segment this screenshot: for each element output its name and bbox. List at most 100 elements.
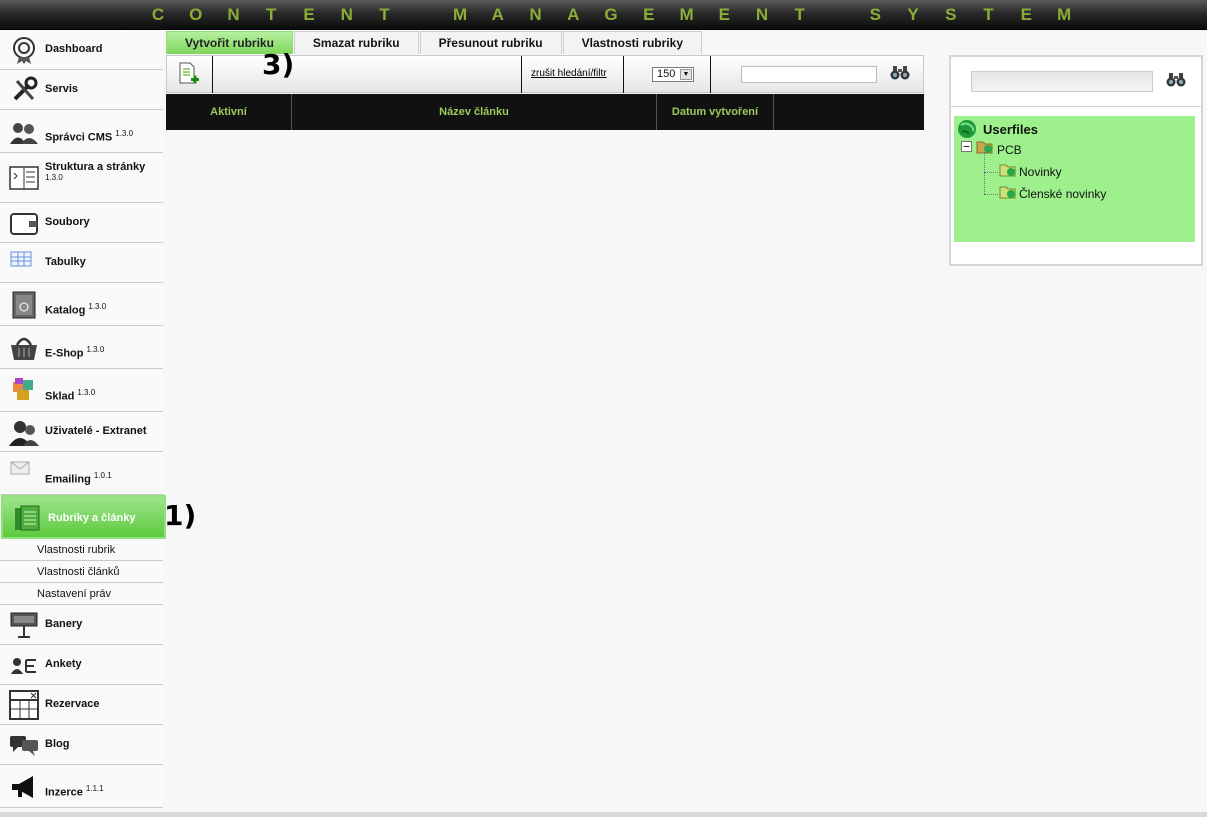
sidebar-item-label: Dashboard [45,43,103,55]
structure-icon [9,163,39,193]
title-letter: G [604,5,618,24]
sidebar-item-dashboard[interactable]: Dashboard [0,30,163,70]
sidebar-item-ankety[interactable]: Ankety [0,645,163,685]
collapse-toggle-icon[interactable] [961,141,972,152]
title-letter: E [643,5,655,24]
sidebar-item-rubriky-a-l-nky[interactable]: Rubriky a články [1,495,166,539]
sidebar-item-servis[interactable]: Servis [0,70,163,110]
sidebar-item-emailing[interactable]: Emailing 1.0.1 [0,452,163,495]
title-letter: M [1057,5,1072,24]
wallet-icon [9,208,39,238]
sidebar-item-rezervace[interactable]: Rezervace [0,685,163,725]
folder-icon [999,162,1017,178]
title-letter: T [794,5,805,24]
footer-bar [0,812,1207,817]
title-letter: T [983,5,994,24]
sidebar-item-label: Emailing 1.0.1 [45,471,112,486]
sidebar-item-label: Ankety [45,658,82,670]
tab-section-properties[interactable]: Vlastnosti rubriky [562,31,702,54]
sidebar-item-soubory[interactable]: Soubory [0,203,163,243]
globe-icon [957,119,977,139]
title-letter: N [227,5,240,24]
sidebar-item-sklad[interactable]: Sklad 1.3.0 [0,369,163,412]
binoculars-search-icon[interactable] [1166,72,1186,88]
banner-icon [9,610,39,640]
title-letter: E [1020,5,1032,24]
section-tree: Userfiles PCB Novinky Členské novinky [954,116,1195,242]
boxes-icon [9,376,39,406]
catalog-icon [9,290,39,320]
sidebar-item-label: Blog [45,738,70,750]
tree-search-input[interactable] [971,71,1153,92]
title-letter: O [189,5,203,24]
sidebar-item-banery[interactable]: Banery [0,605,163,645]
title-letter: T [266,5,277,24]
dashboard-icon [9,35,39,65]
sidebar-item-spr-vci-cms[interactable]: Správci CMS 1.3.0 [0,110,163,153]
sidebar-item-label: Struktura a stránky 1.3.0 [45,161,146,182]
sidebar-item-e-shop[interactable]: E-Shop 1.3.0 [0,326,163,369]
tree-node-novinky[interactable]: Novinky [1019,165,1062,179]
tree-node-clenske-novinky[interactable]: Členské novinky [1019,187,1106,201]
sidebar-item-tabulky[interactable]: Tabulky [0,243,163,283]
sidebar-item-label: Uživatelé - Extranet [45,425,147,437]
title-letter: M [679,5,694,24]
sidebar-item-label: Servis [45,83,79,95]
binoculars-search-icon[interactable] [890,65,910,81]
app-header: CONTENTMANAGEMENTSYSTEM [0,0,1207,30]
tree-node-pcb[interactable]: PCB [997,143,1022,157]
sidebar-item-label: Rezervace [45,698,100,710]
callout-1: 1) [164,499,197,532]
sidebar-item-label: Správci CMS 1.3.0 [45,129,134,144]
title-letter: A [567,5,580,24]
poll-icon [9,650,39,680]
title-letter: N [529,5,542,24]
sidebar-item-blog[interactable]: Blog [0,725,163,765]
column-article-name[interactable]: Název článku [292,94,657,130]
sidebar-subitem[interactable]: Vlastnosti článků [0,561,163,583]
basket-icon [9,333,39,363]
title-letter: E [718,5,730,24]
sidebar-item-label: E-Shop 1.3.0 [45,345,105,360]
tools-icon [9,75,39,105]
title-letter: Y [907,5,919,24]
articles-table-header: Aktivní Název článku Datum vytvoření [166,94,924,130]
sidebar-item-struktura-a-str-nky[interactable]: Struktura a stránky 1.3.0 [0,153,163,203]
list-search-input[interactable] [741,66,877,83]
column-created-date[interactable]: Datum vytvoření [657,94,774,130]
sidebar-item-katalog[interactable]: Katalog 1.3.0 [0,283,163,326]
sidebar-subitem[interactable]: Vlastnosti rubrik [0,539,163,561]
column-active[interactable]: Aktivní [166,94,292,130]
list-toolbar: 3) zrušit hledání/filtr 150 ▼ [166,48,924,93]
panel-divider [951,106,1201,107]
megaphone-icon [9,772,39,802]
section-tree-panel: Userfiles PCB Novinky Členské novinky [949,55,1203,266]
sidebar-subitem[interactable]: Nastavení práv [0,583,163,605]
version-badge: 1.1.1 [85,784,104,793]
version-badge: 1.3.0 [88,302,107,311]
title-letter: C [151,5,165,24]
app-title: CONTENTMANAGEMENTSYSTEM [151,4,1071,26]
folder-icon [999,184,1017,200]
column-actions [774,94,924,130]
sidebar-item-u-ivatel-extranet[interactable]: Uživatelé - Extranet [0,412,163,452]
tab-delete-section[interactable]: Smazat rubriku [293,31,419,54]
tab-bar: Vytvořit rubriku Smazat rubriku Přesunou… [166,31,703,55]
users-icon [9,417,39,447]
per-page-select[interactable]: 150 ▼ [652,67,694,82]
tree-root-userfiles[interactable]: Userfiles [983,122,1038,137]
clear-filter-link[interactable]: zrušit hledání/filtr [531,68,607,79]
calendar-icon [9,690,39,720]
sidebar-item-label: Tabulky [45,256,86,268]
callout-3: 3) [262,48,295,81]
sidebar-item-inzerce[interactable]: Inzerce 1.1.1 [0,765,163,808]
articles-icon [12,504,42,534]
version-badge: 1.3.0 [115,129,134,138]
tab-move-section[interactable]: Přesunout rubriku [419,31,562,54]
title-letter: A [491,5,504,24]
version-badge: 1.3.0 [45,173,63,182]
table-icon [9,248,39,278]
per-page-value: 150 [657,68,676,80]
new-article-icon[interactable] [178,61,200,87]
title-letter: N [340,5,353,24]
